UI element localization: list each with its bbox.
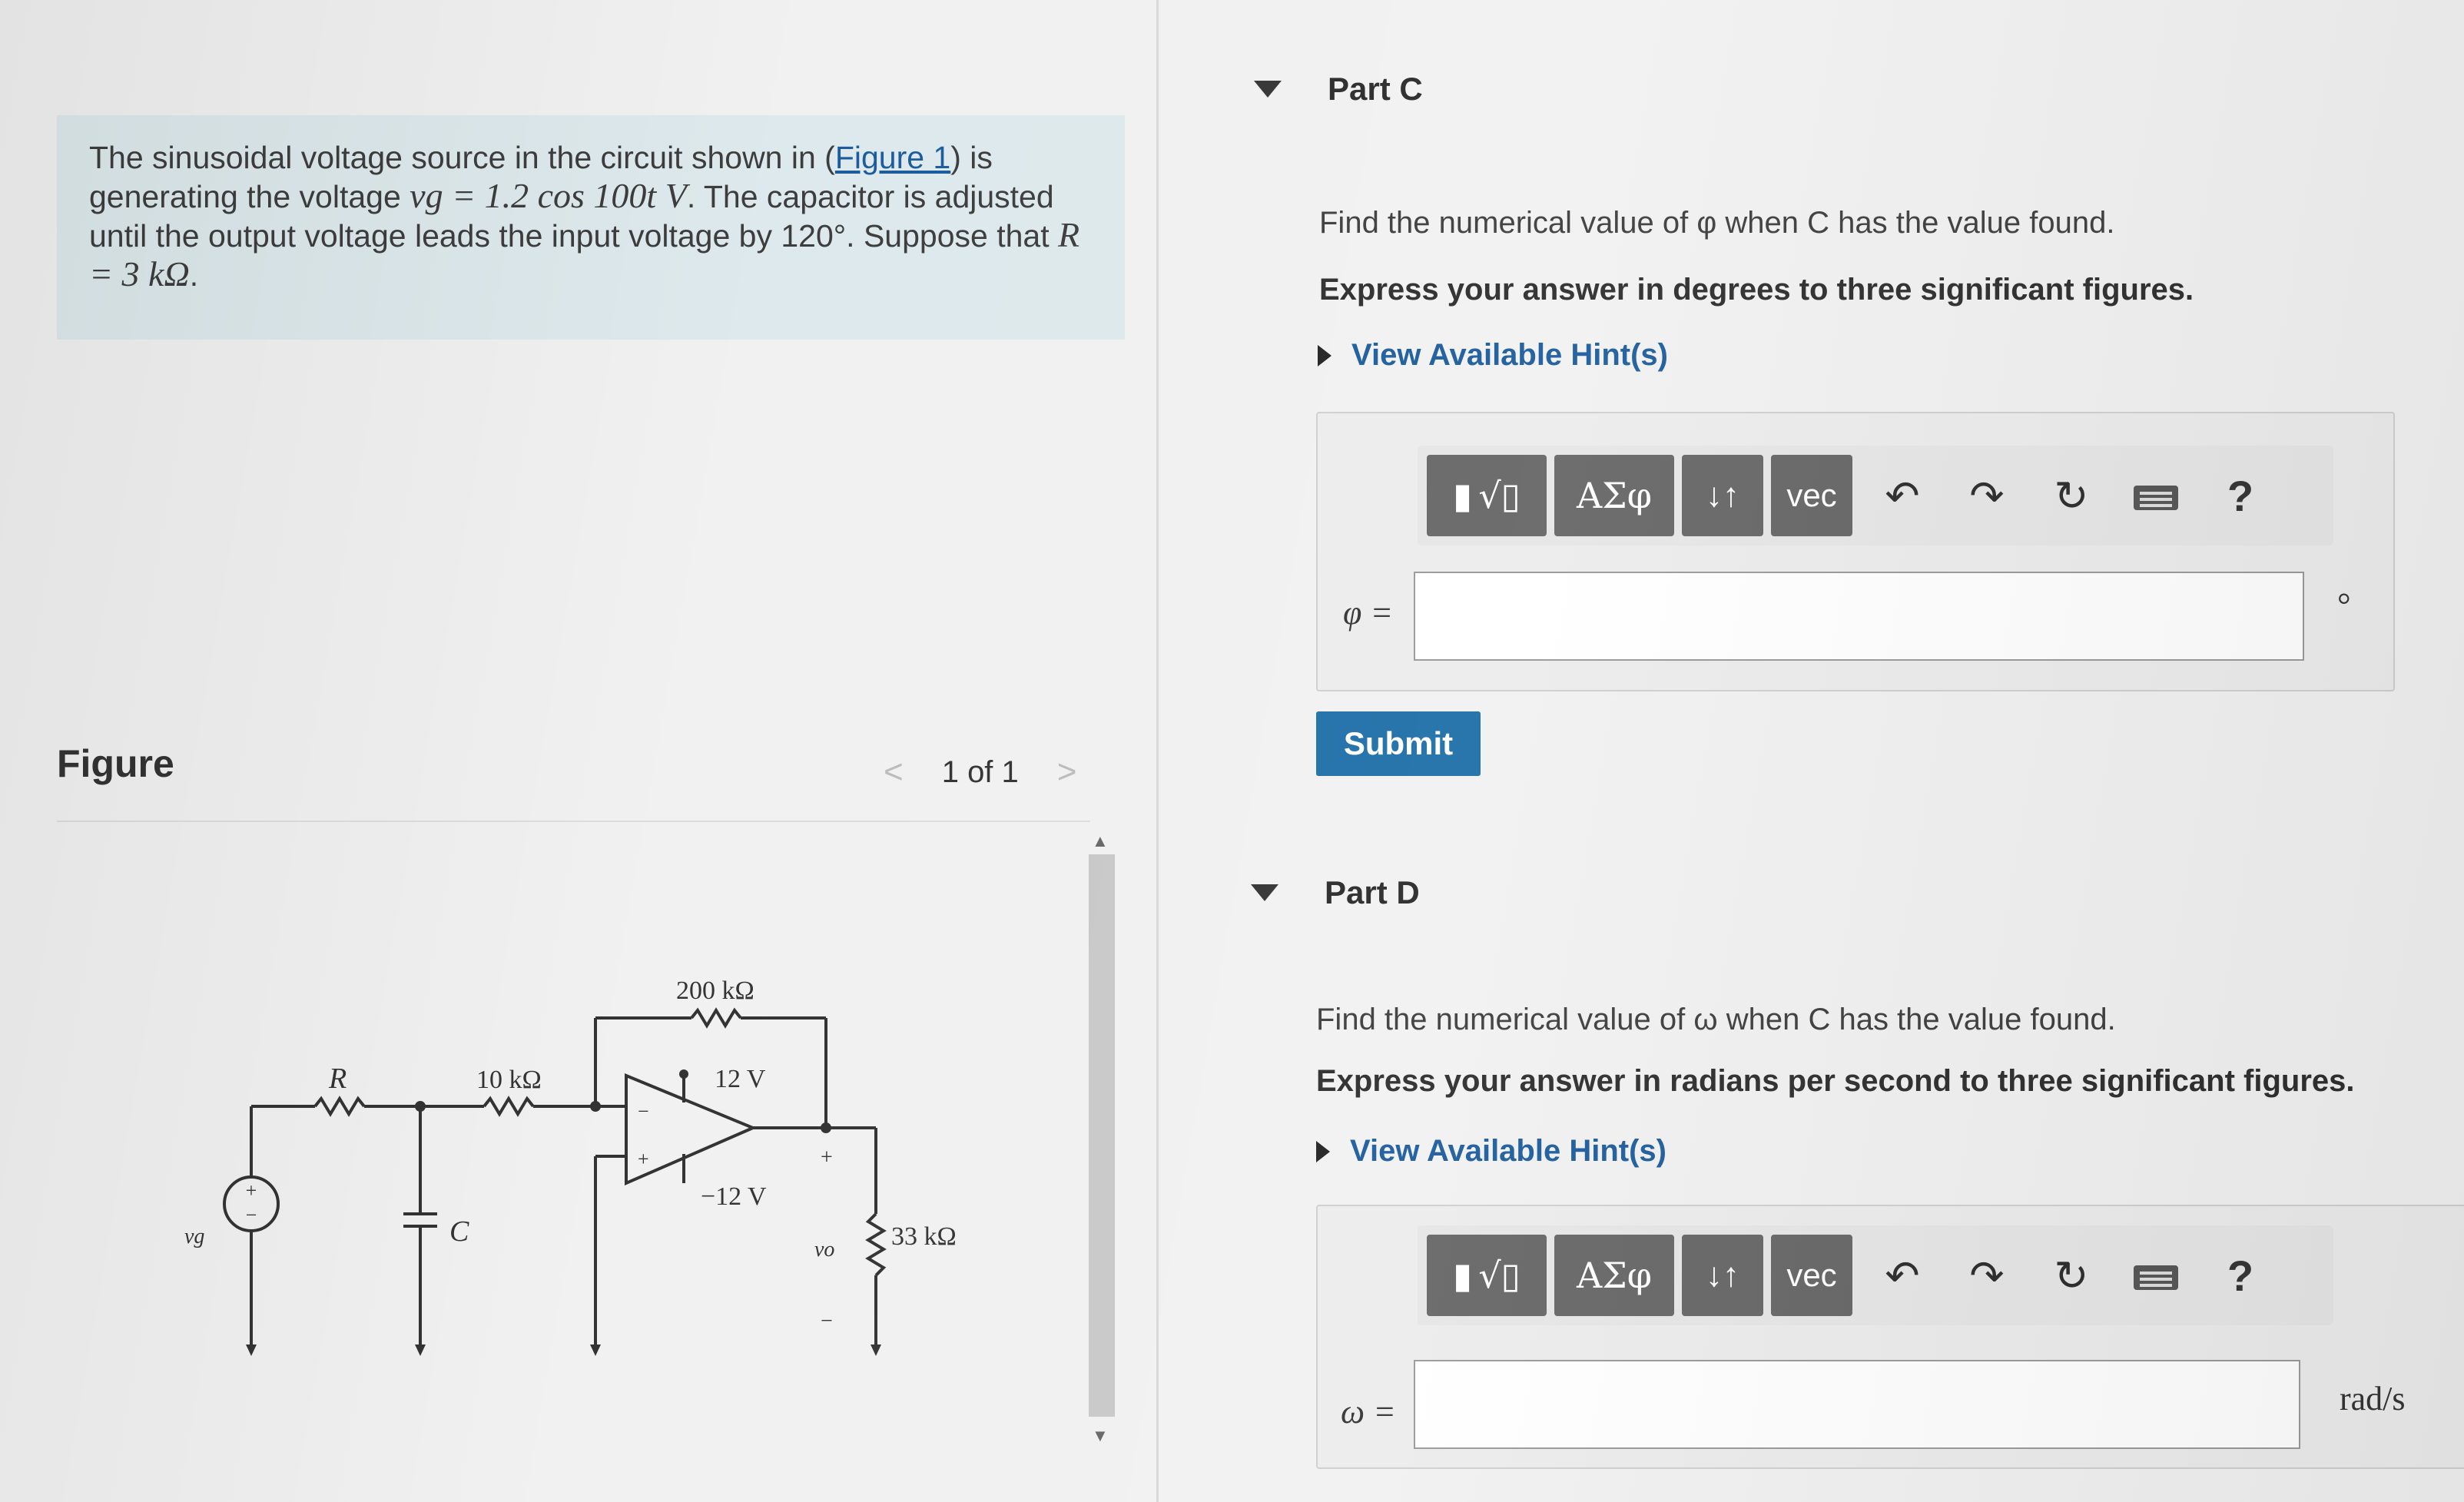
keyboard-icon[interactable] <box>2114 472 2198 520</box>
figure-link[interactable]: Figure 1 <box>835 140 950 175</box>
greek-button[interactable]: ΑΣφ <box>1554 1235 1674 1316</box>
scroll-down-icon[interactable]: ▼ <box>1092 1426 1109 1446</box>
vg-label: vg <box>184 1225 204 1248</box>
fraction-icon: ▮ <box>1453 1255 1473 1296</box>
rad-per-s-unit: rad/s <box>2340 1380 2406 1417</box>
opamp-plus: + <box>638 1148 649 1170</box>
redo-icon[interactable]: ↷ <box>1945 1252 2029 1300</box>
part-c-hint-label: View Available Hint(s) <box>1351 338 1668 372</box>
reset-icon[interactable]: ↻ <box>2029 472 2114 520</box>
templates-button[interactable]: ▮ √▯ <box>1427 455 1547 536</box>
chevron-left-icon[interactable]: < <box>884 753 904 791</box>
left-pane: The sinusoidal voltage source in the cir… <box>0 0 1159 1502</box>
problem-text-4: . <box>189 257 199 293</box>
omega-label: ω = <box>1341 1393 1396 1431</box>
vec-button[interactable]: vec <box>1771 455 1852 536</box>
part-d-question: Find the numerical value of ω when C has… <box>1316 1003 2116 1036</box>
vo-plus: + <box>821 1146 833 1169</box>
radical-icon: √▯ <box>1478 1255 1521 1296</box>
vpos-label: 12 V <box>715 1065 766 1093</box>
degree-unit: ° <box>2337 586 2351 624</box>
help-icon[interactable]: ? <box>2198 471 2283 521</box>
pager-text: 1 of 1 <box>941 754 1019 789</box>
phi-label: φ = <box>1343 594 1394 632</box>
r200-label: 200 kΩ <box>676 976 754 1005</box>
vo-minus: − <box>821 1309 833 1333</box>
part-c-hint-link[interactable]: View Available Hint(s) <box>1318 338 1668 373</box>
collapse-triangle-icon[interactable] <box>1251 884 1278 901</box>
part-d-instruction: Express your answer in radians per secon… <box>1316 1064 2355 1098</box>
scroll-up-icon[interactable]: ▲ <box>1092 831 1109 851</box>
part-c-question: Find the numerical value of φ when C has… <box>1319 206 2115 240</box>
arrows-button[interactable]: ↓↑ <box>1682 455 1763 536</box>
figure-scrollbar[interactable]: ▲ ▼ <box>1086 831 1118 1445</box>
opamp-minus: − <box>638 1100 649 1122</box>
part-c-toolbar: ▮ √▯ ΑΣφ ↓↑ vec ↶ ↷ ↻ ? <box>1418 446 2333 545</box>
part-d-toolbar: ▮ √▯ ΑΣφ ↓↑ vec ↶ ↷ ↻ ? <box>1418 1225 2333 1325</box>
part-d-header[interactable]: Part D <box>1251 874 1420 911</box>
radical-icon: √▯ <box>1478 475 1521 516</box>
expand-triangle-icon <box>1316 1140 1330 1162</box>
part-d-hint-link[interactable]: View Available Hint(s) <box>1316 1134 1666 1169</box>
r33-label: 33 kΩ <box>891 1222 957 1251</box>
vneg-label: −12 V <box>701 1182 767 1211</box>
keyboard-icon[interactable] <box>2114 1252 2198 1300</box>
collapse-triangle-icon[interactable] <box>1254 81 1282 98</box>
chevron-right-icon[interactable]: > <box>1057 753 1077 791</box>
undo-icon[interactable]: ↶ <box>1860 472 1945 520</box>
reset-icon[interactable]: ↻ <box>2029 1252 2114 1300</box>
scrollbar-thumb[interactable] <box>1089 854 1115 1417</box>
r10-label: 10 kΩ <box>476 1066 542 1094</box>
vec-button[interactable]: vec <box>1771 1235 1852 1316</box>
figure-divider <box>57 821 1090 822</box>
redo-icon[interactable]: ↷ <box>1945 472 2029 520</box>
fraction-icon: ▮ <box>1453 475 1473 516</box>
problem-text-1: The sinusoidal voltage source in the cir… <box>89 140 835 175</box>
arrows-button[interactable]: ↓↑ <box>1682 1235 1763 1316</box>
part-c-header[interactable]: Part C <box>1254 71 1423 108</box>
vg-expression: vg = 1.2 cos 100t V <box>410 176 687 215</box>
r-label: R <box>328 1063 347 1095</box>
figure-pager: < 1 of 1 > <box>884 753 1076 791</box>
part-d-hint-label: View Available Hint(s) <box>1350 1134 1666 1168</box>
part-c-instruction: Express your answer in degrees to three … <box>1319 273 2194 307</box>
expand-triangle-icon <box>1318 344 1331 366</box>
vg-minus: − <box>246 1204 257 1226</box>
figure-title: Figure <box>57 742 174 785</box>
templates-button[interactable]: ▮ √▯ <box>1427 1235 1547 1316</box>
part-c-title: Part C <box>1328 71 1423 107</box>
undo-icon[interactable]: ↶ <box>1860 1252 1945 1300</box>
greek-button[interactable]: ΑΣφ <box>1554 455 1674 536</box>
c-label: C <box>449 1215 469 1248</box>
circuit-diagram: + − − + R C 10 kΩ 200 kΩ 12 V −12 V 33 k… <box>184 976 957 1356</box>
part-d-title: Part D <box>1325 874 1420 910</box>
problem-statement: The sinusoidal voltage source in the cir… <box>57 115 1125 340</box>
vg-plus: + <box>246 1179 257 1202</box>
phi-input[interactable] <box>1414 572 2304 661</box>
help-icon[interactable]: ? <box>2198 1251 2283 1301</box>
submit-button[interactable]: Submit <box>1316 711 1481 776</box>
vo-label: vo <box>814 1238 834 1262</box>
omega-input[interactable] <box>1414 1360 2300 1449</box>
